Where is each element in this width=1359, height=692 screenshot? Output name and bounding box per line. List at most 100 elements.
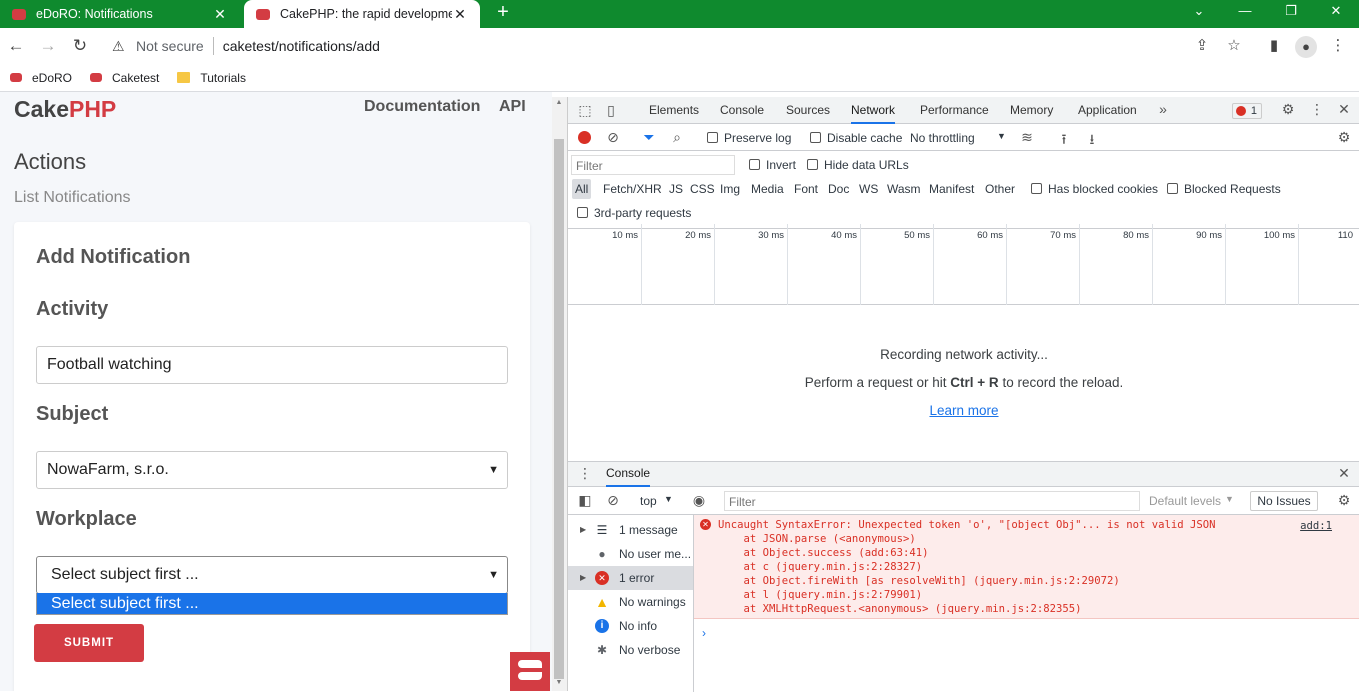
brand-logo[interactable]: CakePHP — [14, 96, 116, 123]
scrollbar-thumb[interactable] — [554, 139, 564, 679]
log-levels-select[interactable]: Default levels — [1149, 494, 1221, 508]
network-timeline[interactable]: 10 ms 20 ms 30 ms 40 ms 50 ms 60 ms 70 m… — [568, 224, 1359, 305]
subject-select[interactable]: NowaFarm, s.r.o. ▼ — [36, 451, 508, 489]
sidebar-item-user-messages[interactable]: ● No user me... — [568, 542, 693, 566]
hide-data-urls-checkbox[interactable] — [807, 159, 818, 170]
new-tab-button[interactable]: + — [492, 1, 514, 24]
close-drawer-icon[interactable]: ✕ — [1335, 465, 1353, 482]
live-expression-eye-icon[interactable]: ◉ — [690, 492, 708, 509]
console-filter-input[interactable]: Filter — [724, 491, 1140, 511]
more-menu-icon[interactable]: ⋮ — [1328, 37, 1348, 57]
inspect-element-icon[interactable]: ⬚ — [576, 102, 594, 119]
context-select[interactable]: top — [640, 494, 657, 508]
tab-elements[interactable]: Elements — [649, 97, 699, 124]
filter-other[interactable]: Other — [985, 182, 1015, 196]
back-button[interactable]: ← — [6, 36, 26, 56]
stack-line[interactable]: at Object.success (add:63:41) — [718, 547, 929, 559]
chevron-down-icon[interactable]: ▼ — [997, 131, 1006, 141]
sidebar-item-info[interactable]: i No info — [568, 614, 693, 638]
has-blocked-cookies-checkbox[interactable] — [1031, 183, 1042, 194]
drawer-menu-icon[interactable]: ⋮ — [576, 465, 594, 482]
filter-icon[interactable]: ⏷ — [640, 129, 658, 146]
source-link[interactable]: add:1 — [1300, 520, 1332, 532]
filter-ws[interactable]: WS — [859, 182, 878, 196]
console-settings-gear-icon[interactable]: ⚙ — [1335, 492, 1353, 509]
close-icon[interactable]: ✕ — [212, 6, 228, 23]
clear-icon[interactable]: ⊘ — [604, 129, 622, 146]
throttling-select[interactable]: No throttling — [910, 131, 975, 145]
share-icon[interactable]: ⇪ — [1192, 37, 1212, 57]
filter-wasm[interactable]: Wasm — [887, 182, 921, 196]
workplace-select[interactable]: Select subject first ... ▼ — [36, 556, 508, 594]
scroll-down-icon[interactable]: ▼ — [554, 679, 564, 686]
security-label[interactable]: Not secure — [136, 38, 204, 54]
stack-line[interactable]: at Object.fireWith [as resolveWith] (jqu… — [718, 575, 1120, 587]
side-panel-icon[interactable]: ▮ — [1264, 37, 1284, 57]
close-icon[interactable]: ✕ — [452, 6, 468, 23]
stack-line[interactable]: at XMLHttpRequest.<anonymous> (jquery.mi… — [718, 603, 1082, 615]
device-toolbar-icon[interactable]: ▯ — [602, 102, 620, 119]
drawer-tab-console[interactable]: Console — [606, 462, 651, 487]
invert-checkbox[interactable] — [749, 159, 760, 170]
blocked-requests-checkbox[interactable] — [1167, 183, 1178, 194]
tab-performance[interactable]: Performance — [920, 97, 989, 124]
tab-console[interactable]: Console — [720, 97, 764, 124]
tab-network[interactable]: Network — [851, 97, 896, 124]
search-icon[interactable]: ⌕ — [668, 129, 686, 146]
filter-img[interactable]: Img — [720, 182, 740, 196]
console-error-message[interactable]: ✕ Uncaught SyntaxError: Unexpected token… — [694, 515, 1359, 619]
tab-application[interactable]: Application — [1078, 97, 1137, 124]
filter-doc[interactable]: Doc — [828, 182, 849, 196]
tab-memory[interactable]: Memory — [1010, 97, 1053, 124]
page-scrollbar[interactable]: ▲ ▼ — [552, 97, 567, 691]
filter-media[interactable]: Media — [751, 182, 784, 196]
chevron-down-icon[interactable]: ▼ — [1225, 494, 1234, 504]
third-party-checkbox[interactable] — [577, 207, 588, 218]
chevron-down-icon[interactable]: ▼ — [664, 494, 673, 504]
filter-all[interactable]: All — [572, 179, 592, 199]
bookmark-star-icon[interactable]: ☆ — [1224, 37, 1244, 57]
submit-button[interactable]: SUBMIT — [34, 624, 144, 662]
maximize-button[interactable]: ❐ — [1268, 0, 1314, 28]
activity-input[interactable]: Football watching — [36, 346, 508, 384]
record-icon[interactable] — [578, 131, 591, 144]
forward-button[interactable]: → — [38, 36, 58, 56]
more-tabs-icon[interactable]: » — [1154, 101, 1172, 117]
issues-button[interactable]: No Issues — [1250, 491, 1318, 511]
filter-css[interactable]: CSS — [690, 182, 715, 196]
warning-icon[interactable]: ⚠ — [112, 39, 128, 53]
network-settings-gear-icon[interactable]: ⚙ — [1335, 129, 1353, 146]
bookmark-tutorials[interactable]: Tutorials — [177, 71, 246, 85]
scroll-up-icon[interactable]: ▲ — [554, 99, 564, 106]
more-menu-icon[interactable]: ⋮ — [1308, 101, 1326, 118]
import-har-icon[interactable]: ⭱ — [1055, 129, 1073, 153]
nav-documentation[interactable]: Documentation — [364, 98, 480, 116]
url-text[interactable]: caketest/notifications/add — [223, 38, 380, 54]
tab-sources[interactable]: Sources — [786, 97, 830, 124]
workplace-option[interactable]: Select subject first ... — [36, 593, 508, 615]
filter-manifest[interactable]: Manifest — [929, 182, 974, 196]
nav-api[interactable]: API — [499, 98, 526, 116]
filter-font[interactable]: Font — [794, 182, 818, 196]
profile-avatar-icon[interactable]: ● — [1295, 36, 1317, 58]
minimize-button[interactable]: — — [1222, 0, 1268, 28]
filter-js[interactable]: JS — [669, 182, 683, 196]
network-conditions-icon[interactable]: ≋ — [1018, 129, 1036, 146]
error-count-badge[interactable]: 1 — [1232, 103, 1262, 119]
sidebar-item-verbose[interactable]: ✱ No verbose — [568, 638, 693, 662]
tab-cakephp[interactable]: CakePHP: the rapid development ✕ — [244, 0, 480, 28]
disable-cache-checkbox[interactable] — [810, 132, 821, 143]
list-notifications-link[interactable]: List Notifications — [14, 189, 131, 207]
reload-button[interactable]: ↻ — [70, 36, 90, 56]
export-har-icon[interactable]: ⭳ — [1083, 129, 1101, 153]
sidebar-item-warnings[interactable]: ▲ No warnings — [568, 590, 693, 614]
stack-line[interactable]: at c (jquery.min.js:2:28327) — [718, 561, 923, 573]
tab-edoro[interactable]: eDoRO: Notifications ✕ — [0, 0, 240, 28]
close-window-button[interactable]: ✕ — [1313, 0, 1359, 28]
learn-more-link[interactable]: Learn more — [929, 403, 998, 418]
console-prompt-chevron-icon[interactable]: › — [702, 626, 706, 640]
sidebar-toggle-icon[interactable]: ◧ — [576, 492, 594, 509]
filter-fetch-xhr[interactable]: Fetch/XHR — [603, 182, 662, 196]
network-filter-input[interactable]: Filter — [571, 155, 735, 175]
sidebar-item-messages[interactable]: ▶ ☰ 1 message — [568, 518, 693, 542]
